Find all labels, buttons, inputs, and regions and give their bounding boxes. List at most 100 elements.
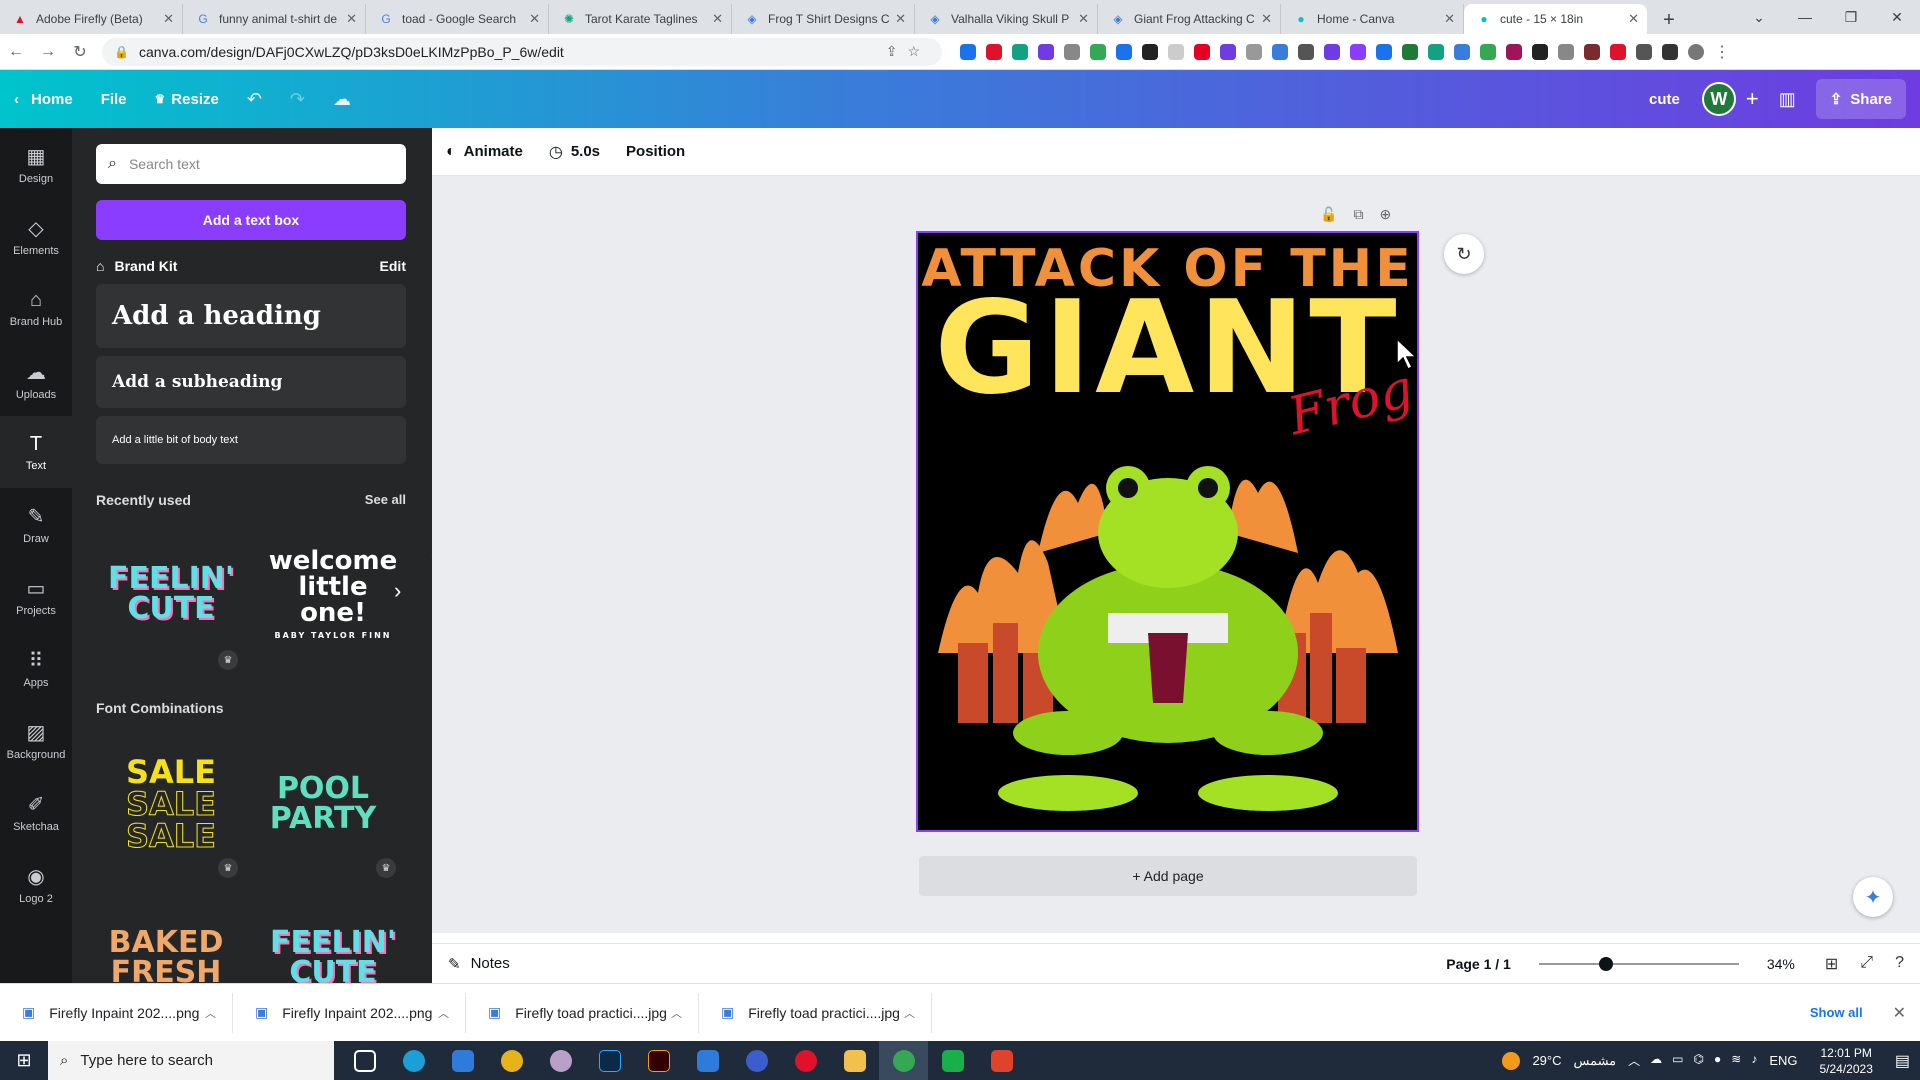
rail-item-text[interactable]: T Text: [0, 416, 72, 488]
redo-icon[interactable]: ↷: [276, 89, 319, 110]
chevron-up-icon[interactable]: ︿: [438, 1005, 449, 1021]
app-icon[interactable]: [732, 1041, 781, 1080]
edge-icon[interactable]: [389, 1041, 438, 1080]
microphone-icon[interactable]: ●: [1714, 1052, 1721, 1069]
cloud-icon[interactable]: ☁: [1650, 1052, 1662, 1069]
extension-icon[interactable]: [1480, 43, 1496, 60]
chevron-right-icon[interactable]: ›: [394, 578, 401, 604]
text-template-thumbnail[interactable]: welcome little one! BABY TAYLOR FINN: [258, 534, 408, 654]
volume-icon[interactable]: ♪: [1751, 1052, 1757, 1069]
brand-kit-edit-link[interactable]: Edit: [380, 258, 406, 274]
rail-item-elements[interactable]: ◇ Elements: [0, 200, 72, 272]
help-icon[interactable]: ?: [1895, 954, 1904, 974]
add-page-icon[interactable]: ⊕: [1379, 206, 1391, 223]
close-tab-icon[interactable]: ✕: [1628, 11, 1639, 27]
forward-icon[interactable]: →: [32, 36, 64, 68]
extension-icon[interactable]: [1090, 43, 1106, 60]
mail-icon[interactable]: [683, 1041, 732, 1080]
extension-icon[interactable]: [1324, 43, 1340, 60]
close-tab-icon[interactable]: ✕: [529, 11, 540, 27]
puzzle-icon[interactable]: [1636, 43, 1652, 60]
close-tab-icon[interactable]: ✕: [895, 11, 906, 27]
lock-page-icon[interactable]: 🔓: [1320, 206, 1337, 223]
bookmark-star-icon[interactable]: ☆: [907, 43, 930, 59]
extension-icon[interactable]: [1402, 43, 1418, 60]
chevron-up-icon[interactable]: ︿: [205, 1005, 216, 1021]
page-count[interactable]: Page 1 / 1: [1446, 956, 1511, 972]
sidepanel-icon[interactable]: [1662, 43, 1678, 60]
extension-icon[interactable]: [1116, 43, 1132, 60]
chevron-up-icon[interactable]: ︿: [904, 1005, 915, 1021]
extension-icon[interactable]: [1506, 43, 1522, 60]
close-tab-icon[interactable]: ✕: [1261, 11, 1272, 27]
rail-item-uploads[interactable]: ☁ Uploads: [0, 344, 72, 416]
monitor-icon[interactable]: ▭: [1672, 1052, 1683, 1069]
design-page[interactable]: ATTACK OF THE GIANT Frog: [916, 231, 1419, 832]
cloud-saved-icon[interactable]: ☁: [319, 89, 365, 110]
tab-search-icon[interactable]: ⌄: [1736, 0, 1782, 34]
browser-tab[interactable]: ◈ Valhalla Viking Skull P ✕: [915, 4, 1098, 34]
weather-icon[interactable]: [1502, 1051, 1521, 1070]
text-template-thumbnail[interactable]: FEELIN' CUTE: [258, 928, 408, 984]
close-downloads-icon[interactable]: ✕: [1893, 1003, 1906, 1023]
duration-button[interactable]: ◷ 5.0s: [549, 142, 600, 162]
browser-tab-active[interactable]: ● cute - 15 × 18in ✕: [1464, 4, 1647, 34]
user-avatar[interactable]: W: [1701, 82, 1736, 116]
browser-tab[interactable]: ◈ Frog T Shirt Designs C ✕: [732, 4, 915, 34]
extension-icon[interactable]: [1532, 43, 1548, 60]
zoom-slider[interactable]: [1538, 956, 1739, 971]
extension-icon[interactable]: [1064, 43, 1080, 60]
zoom-slider-handle[interactable]: [1598, 956, 1613, 971]
chevron-up-icon[interactable]: ︿: [1628, 1052, 1640, 1069]
extension-icon[interactable]: [1454, 43, 1470, 60]
weather-temperature[interactable]: 29°C: [1532, 1053, 1561, 1068]
document-title[interactable]: cute: [1649, 91, 1680, 108]
language-indicator[interactable]: ENG: [1769, 1053, 1797, 1068]
resize-button[interactable]: ♛ Resize: [141, 79, 233, 119]
store-icon[interactable]: [438, 1041, 487, 1080]
url-field[interactable]: 🔒 canva.com/design/DAFj0CXwLZQ/pD3ksD0eL…: [102, 37, 942, 66]
extension-icon[interactable]: [1194, 43, 1210, 60]
extension-icon[interactable]: [1038, 43, 1054, 60]
close-tab-icon[interactable]: ✕: [712, 11, 723, 27]
rail-item-sketchaa[interactable]: ✐ Sketchaa: [0, 776, 72, 848]
extension-icon[interactable]: [1220, 43, 1236, 60]
app-icon[interactable]: [536, 1041, 585, 1080]
browser-tab[interactable]: ▲ Adobe Firefly (Beta) ✕: [0, 4, 183, 34]
chevron-up-icon[interactable]: ︿: [671, 1005, 682, 1021]
reload-icon[interactable]: ↻: [64, 36, 96, 68]
download-item[interactable]: ▣ Firefly Inpaint 202....png ︿: [0, 992, 233, 1033]
restore-icon[interactable]: ❐: [1828, 0, 1874, 34]
text-template-thumbnail[interactable]: BAKED FRESH: [96, 928, 236, 984]
download-item[interactable]: ▣ Firefly Inpaint 202....png ︿: [233, 992, 466, 1033]
rail-item-brand-hub[interactable]: ⌂ Brand Hub: [0, 272, 72, 344]
back-icon[interactable]: ←: [0, 36, 32, 68]
rail-item-projects[interactable]: ▭ Projects: [0, 560, 72, 632]
file-explorer-icon[interactable]: [830, 1041, 879, 1080]
taskbar-search-input[interactable]: ⌕ Type here to search: [48, 1041, 334, 1080]
text-template-thumbnail[interactable]: FEELIN' CUTE: [96, 534, 246, 654]
grid-view-icon[interactable]: ⊞: [1825, 954, 1838, 974]
chrome-menu-icon[interactable]: ⋮: [1714, 42, 1730, 62]
duplicate-page-icon[interactable]: ⧉: [1353, 206, 1363, 223]
extension-icon[interactable]: [1272, 43, 1288, 60]
task-view-icon[interactable]: [340, 1041, 389, 1080]
chrome-icon[interactable]: [487, 1041, 536, 1080]
add-text-box-button[interactable]: Add a text box: [96, 200, 406, 240]
show-all-downloads-link[interactable]: Show all: [1810, 1005, 1863, 1020]
magic-assistant-icon[interactable]: ✦: [1853, 877, 1893, 917]
fullscreen-icon[interactable]: ⤢: [1860, 954, 1873, 974]
zoom-value[interactable]: 34%: [1767, 956, 1795, 972]
home-button[interactable]: ‹ Home: [0, 79, 87, 119]
close-window-icon[interactable]: ✕: [1874, 0, 1920, 34]
share-button[interactable]: ⇪ Share: [1815, 79, 1906, 119]
undo-icon[interactable]: ↶: [233, 89, 276, 110]
browser-tab[interactable]: ◈ Giant Frog Attacking C ✕: [1098, 4, 1281, 34]
extension-icon[interactable]: [1350, 43, 1366, 60]
extension-icon[interactable]: [960, 43, 976, 60]
extension-icon[interactable]: [1168, 43, 1184, 60]
app-icon[interactable]: [928, 1041, 977, 1080]
extension-icon[interactable]: [1428, 43, 1444, 60]
file-menu-button[interactable]: File: [87, 79, 141, 119]
notifications-icon[interactable]: ▤: [1895, 1051, 1910, 1071]
